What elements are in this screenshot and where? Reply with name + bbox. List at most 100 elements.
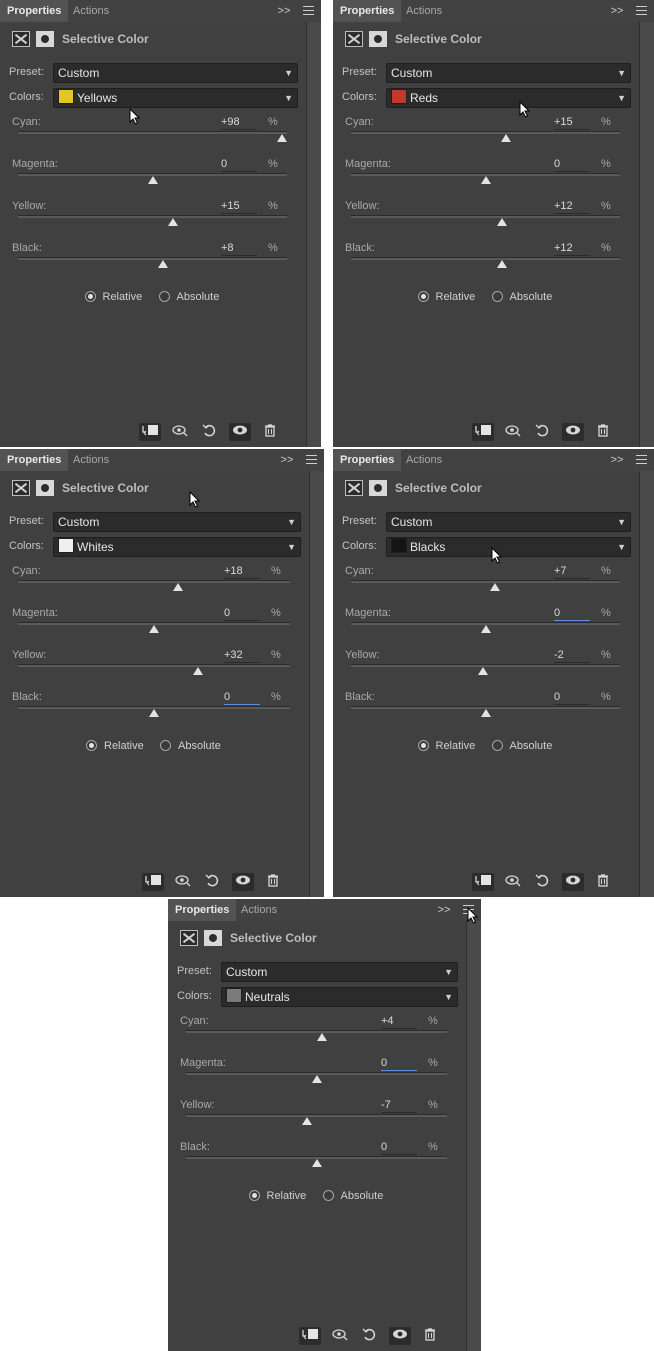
view-previous-state-icon[interactable]	[502, 423, 524, 441]
tab-actions[interactable]: Actions	[399, 0, 449, 22]
black-value-field[interactable]: 0	[554, 691, 590, 705]
preset-dropdown[interactable]: Custom ▼	[53, 512, 301, 532]
tab-properties[interactable]: Properties	[333, 0, 402, 22]
yellow-slider-track[interactable]	[18, 664, 290, 667]
clip-to-layer-icon[interactable]	[472, 873, 494, 891]
yellow-value-field[interactable]: -2	[554, 649, 590, 663]
black-slider-thumb[interactable]	[496, 260, 507, 268]
cyan-value-field[interactable]: +4	[381, 1015, 417, 1029]
absolute-radio[interactable]	[491, 740, 503, 751]
tab-properties[interactable]: Properties	[333, 449, 402, 471]
panel-menu-icon[interactable]	[636, 6, 647, 15]
magenta-slider-thumb[interactable]	[311, 1075, 322, 1083]
collapse-panel-icon[interactable]: >>	[437, 904, 451, 916]
visibility-eye-icon[interactable]	[232, 873, 254, 891]
layer-mask-icon[interactable]	[36, 31, 54, 47]
cyan-value-field[interactable]: +18	[224, 565, 260, 579]
cyan-slider-thumb[interactable]	[489, 583, 500, 591]
trash-icon[interactable]	[259, 423, 281, 441]
view-previous-state-icon[interactable]	[502, 873, 524, 891]
black-slider-track[interactable]	[18, 257, 287, 260]
relative-radio[interactable]	[86, 740, 97, 751]
absolute-option[interactable]: Absolute	[491, 290, 572, 306]
reset-icon[interactable]	[199, 423, 221, 441]
colors-dropdown[interactable]: Neutrals ▼	[221, 987, 458, 1007]
yellow-value-field[interactable]: +32	[224, 649, 260, 663]
cyan-slider-track[interactable]	[351, 580, 620, 583]
relative-radio[interactable]	[84, 291, 96, 302]
magenta-value-field[interactable]: 0	[221, 158, 257, 172]
absolute-option[interactable]: Absolute	[158, 290, 239, 306]
panel-menu-icon[interactable]	[636, 455, 647, 464]
panel-scrollbar[interactable]	[639, 471, 654, 897]
collapse-panel-icon[interactable]: >>	[277, 5, 291, 17]
reset-icon[interactable]	[532, 873, 554, 891]
absolute-radio[interactable]	[158, 291, 170, 302]
cyan-slider-thumb[interactable]	[500, 134, 511, 142]
tab-actions[interactable]: Actions	[399, 449, 449, 471]
relative-option[interactable]: Relative	[84, 290, 155, 306]
black-slider-thumb[interactable]	[149, 709, 159, 717]
black-value-field[interactable]: 0	[381, 1141, 417, 1155]
visibility-eye-icon[interactable]	[562, 423, 584, 441]
tab-properties[interactable]: Properties	[0, 0, 69, 22]
cyan-slider-thumb[interactable]	[173, 583, 184, 591]
cyan-value-field[interactable]: +15	[554, 116, 590, 130]
magenta-value-field[interactable]: 0	[224, 607, 260, 621]
layer-mask-icon[interactable]	[204, 930, 222, 946]
yellow-slider-thumb[interactable]	[167, 218, 178, 226]
cyan-slider-thumb[interactable]	[316, 1033, 327, 1041]
reset-icon[interactable]	[359, 1327, 381, 1345]
clip-to-layer-icon[interactable]	[299, 1327, 321, 1345]
yellow-value-field[interactable]: +15	[221, 200, 257, 214]
magenta-slider-thumb[interactable]	[480, 176, 491, 184]
relative-option[interactable]: Relative	[417, 290, 488, 306]
yellow-slider-thumb[interactable]	[302, 1117, 313, 1125]
yellow-slider-track[interactable]	[18, 215, 287, 218]
colors-dropdown[interactable]: Yellows ▼	[53, 88, 298, 108]
clip-to-layer-icon[interactable]	[139, 423, 161, 441]
preset-dropdown[interactable]: Custom ▼	[221, 962, 458, 982]
cyan-value-field[interactable]: +7	[554, 565, 590, 579]
panel-scrollbar[interactable]	[466, 921, 481, 1351]
tab-actions[interactable]: Actions	[66, 0, 116, 22]
black-value-field[interactable]: +12	[554, 242, 590, 256]
yellow-slider-thumb[interactable]	[192, 667, 203, 675]
yellow-slider-track[interactable]	[186, 1114, 447, 1117]
layer-mask-icon[interactable]	[369, 480, 387, 496]
black-value-field[interactable]: +8	[221, 242, 257, 256]
trash-icon[interactable]	[419, 1327, 441, 1345]
magenta-value-field[interactable]: 0	[554, 607, 590, 621]
trash-icon[interactable]	[262, 873, 284, 891]
relative-option[interactable]: Relative	[417, 739, 488, 755]
absolute-option[interactable]: Absolute	[322, 1189, 403, 1205]
panel-menu-icon[interactable]	[306, 455, 317, 464]
preset-dropdown[interactable]: Custom ▼	[386, 512, 631, 532]
collapse-panel-icon[interactable]: >>	[280, 454, 294, 466]
reset-icon[interactable]	[532, 423, 554, 441]
relative-option[interactable]: Relative	[86, 739, 156, 755]
magenta-slider-thumb[interactable]	[480, 625, 491, 633]
trash-icon[interactable]	[592, 873, 614, 891]
cyan-value-field[interactable]: +98	[221, 116, 257, 130]
tab-actions[interactable]: Actions	[234, 899, 284, 921]
relative-radio[interactable]	[248, 1190, 260, 1201]
tab-actions[interactable]: Actions	[66, 449, 116, 471]
colors-dropdown[interactable]: Whites ▼	[53, 537, 301, 557]
visibility-eye-icon[interactable]	[229, 423, 251, 441]
black-slider-track[interactable]	[351, 257, 620, 260]
clip-to-layer-icon[interactable]	[472, 423, 494, 441]
colors-dropdown[interactable]: Reds ▼	[386, 88, 631, 108]
clip-to-layer-icon[interactable]	[142, 873, 164, 891]
view-previous-state-icon[interactable]	[172, 873, 194, 891]
yellow-value-field[interactable]: +12	[554, 200, 590, 214]
preset-dropdown[interactable]: Custom ▼	[53, 63, 298, 83]
colors-dropdown[interactable]: Blacks ▼	[386, 537, 631, 557]
cyan-slider-track[interactable]	[18, 131, 287, 134]
yellow-slider-track[interactable]	[351, 215, 620, 218]
view-previous-state-icon[interactable]	[329, 1327, 351, 1345]
panel-scrollbar[interactable]	[639, 22, 654, 447]
yellow-slider-thumb[interactable]	[477, 667, 488, 675]
absolute-radio[interactable]	[322, 1190, 334, 1201]
collapse-panel-icon[interactable]: >>	[610, 5, 624, 17]
